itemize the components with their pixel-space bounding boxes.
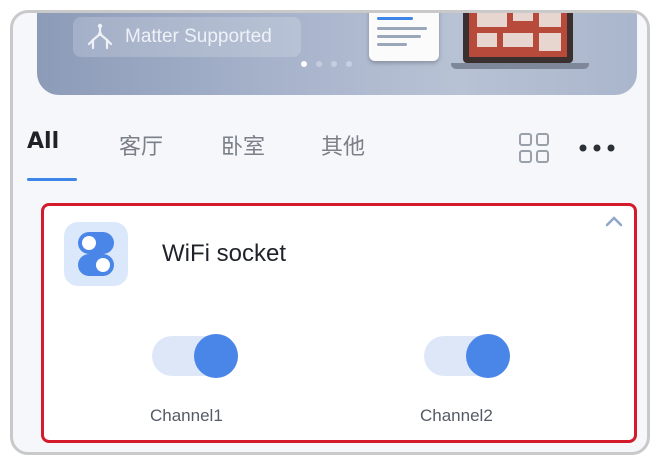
toggle-knob	[466, 334, 510, 378]
room-tabs: All 客厅 卧室 其他	[13, 121, 647, 181]
laptop-image	[463, 13, 573, 63]
device-card-wifi-socket[interactable]: WiFi socket Channel1 Channel2	[41, 203, 637, 443]
tab-all[interactable]: All	[27, 129, 59, 154]
channel1-toggle[interactable]	[152, 334, 238, 378]
channel2-label: Channel2	[420, 406, 493, 425]
tab-other[interactable]: 其他	[321, 129, 365, 161]
carousel-dot[interactable]	[301, 61, 307, 67]
matter-logo-icon	[87, 23, 113, 50]
carousel-dot[interactable]	[346, 61, 352, 67]
more-horizontal-icon[interactable]	[573, 131, 621, 165]
channel2-toggle[interactable]	[424, 334, 510, 378]
carousel-dot[interactable]	[316, 61, 322, 67]
matter-badge: Matter Supported	[73, 17, 301, 57]
chevron-up-icon[interactable]	[604, 214, 624, 228]
toggle-switch-icon	[64, 222, 128, 286]
device-name: WiFi socket	[162, 240, 287, 267]
grid-view-icon[interactable]	[517, 131, 551, 165]
promo-card-image	[369, 13, 439, 61]
carousel-indicator[interactable]	[301, 61, 352, 67]
matter-label: Matter Supported	[125, 26, 272, 47]
app-frame: Matter Supported All 客厅 卧室 其他 WiFi socke…	[10, 10, 650, 455]
active-tab-indicator	[27, 178, 77, 181]
tab-bedroom[interactable]: 卧室	[221, 129, 265, 161]
carousel-dot[interactable]	[331, 61, 337, 67]
channel1-label: Channel1	[150, 406, 223, 425]
laptop-base	[451, 63, 589, 69]
tab-living-room[interactable]: 客厅	[119, 129, 163, 161]
toggle-knob	[194, 334, 238, 378]
promo-banner[interactable]: Matter Supported	[37, 13, 637, 95]
